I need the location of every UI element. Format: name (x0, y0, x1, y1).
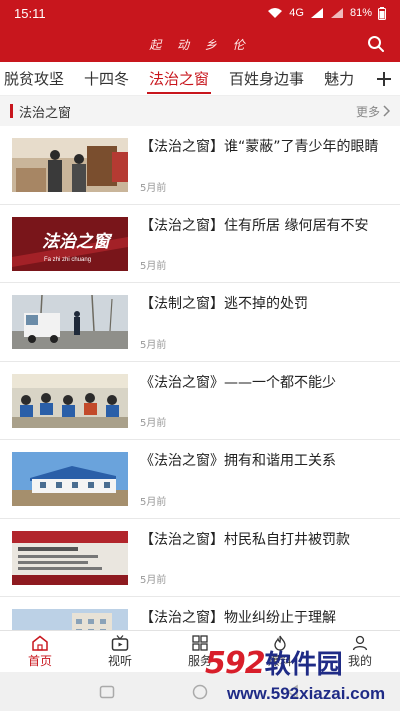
nav-video[interactable]: 视听 (80, 631, 160, 672)
search-button[interactable] (364, 32, 388, 56)
signal-icon-2 (330, 8, 343, 18)
wifi-icon (268, 8, 283, 18)
tv-icon (111, 634, 129, 651)
category-tabs: 脱贫攻坚 十四冬 法治之窗 百姓身边事 魅力 (0, 62, 400, 96)
news-thumbnail: 法治之窗 Fa zhi zhi chuang (12, 216, 128, 271)
news-item[interactable]: 法治之窗 Fa zhi zhi chuang 【法治之窗】住有所居 缘何居有不安… (0, 205, 400, 283)
news-thumbnail (12, 138, 128, 192)
news-time: 5月前 (140, 339, 167, 351)
nav-profile[interactable]: 我的 (320, 631, 400, 672)
news-title: 【法制之窗】逃不掉的处罚 (140, 296, 308, 312)
more-label: 更多 (355, 104, 380, 119)
network-label: 4G (289, 7, 304, 19)
thumb-banner-subtext: Fa zhi zhi chuang (44, 257, 91, 263)
nav-profile-label: 我的 (347, 653, 372, 668)
news-time: 5月前 (140, 575, 167, 586)
nav-home-label: 首页 (27, 653, 52, 668)
section-accent-bar (10, 104, 13, 118)
status-icons: 4G 81% (267, 6, 386, 20)
more-link[interactable]: 更多 (356, 103, 390, 120)
battery-icon (378, 6, 386, 20)
news-item[interactable]: 【法治之窗】谁“蒙蔽”了青少年的眼睛 5月前 (0, 126, 400, 205)
chevron-right-icon (383, 105, 390, 117)
tab-baixing[interactable]: 百姓身边事 (225, 62, 304, 95)
news-time: 5月前 (140, 418, 167, 429)
nav-video-label: 视听 (107, 653, 132, 668)
nav-report[interactable]: 爆料 (240, 631, 320, 672)
recent-apps-icon[interactable] (99, 685, 115, 699)
thumb-banner-text: 法治之窗 (42, 232, 113, 252)
nav-service[interactable]: 服务 (160, 631, 240, 672)
user-icon (352, 635, 368, 650)
app-header: 起 动 乡 伦 (0, 26, 400, 62)
news-item[interactable]: 《法治之窗》拥有和谐用工关系 5月前 (0, 440, 400, 519)
news-title: 《法治之窗》拥有和谐用工关系 (140, 453, 336, 469)
back-icon[interactable] (285, 684, 301, 700)
news-thumbnail (12, 609, 128, 630)
news-time: 5月前 (140, 496, 167, 508)
plus-icon (377, 72, 391, 86)
tab-tuopin[interactable]: 脱贫攻坚 (0, 62, 64, 95)
news-item[interactable]: 【法治之窗】村民私自打井被罚款 5月前 (0, 519, 400, 597)
news-item[interactable]: 【法治之窗】物业纠纷止于理解 (0, 597, 400, 630)
app-screen: 15:11 4G 81% 起 动 乡 伦 脱贫攻坚 十四冬 法治之窗 百姓身边事… (0, 0, 400, 711)
news-time: 5月前 (140, 261, 167, 272)
nav-home[interactable]: 首页 (0, 631, 80, 672)
status-time: 15:11 (14, 5, 46, 21)
nav-report-label: 爆料 (267, 653, 292, 668)
section-title: 法治之窗 (19, 105, 72, 121)
battery-label: 81% (349, 7, 372, 19)
news-thumbnail (12, 373, 128, 428)
news-title: 【法治之窗】物业纠纷止于理解 (140, 610, 336, 626)
news-thumbnail (12, 452, 128, 506)
signal-icon (310, 8, 323, 18)
search-icon (368, 36, 384, 52)
news-title: 【法治之窗】村民私自打井被罚款 (140, 531, 350, 548)
section-header: 法治之窗 更多 (0, 96, 400, 126)
news-time: 5月前 (140, 182, 167, 194)
news-title: 【法治之窗】谁“蒙蔽”了青少年的眼睛 (140, 139, 379, 155)
news-list: 【法治之窗】谁“蒙蔽”了青少年的眼睛 5月前 法治之窗 Fa zhi zhi c… (0, 126, 400, 630)
news-thumbnail (12, 295, 128, 349)
news-title: 《法治之窗》——一个都不能少 (140, 374, 336, 391)
news-item[interactable]: 《法治之窗》——一个都不能少 5月前 (0, 362, 400, 440)
add-tab-button[interactable] (368, 62, 400, 95)
nav-service-label: 服务 (187, 653, 212, 668)
tab-fazhi[interactable]: 法治之窗 (145, 62, 212, 95)
news-thumbnail (12, 530, 128, 585)
status-bar: 15:11 4G 81% (0, 0, 400, 26)
news-title: 【法治之窗】住有所居 缘何居有不安 (140, 217, 369, 234)
news-item[interactable]: 【法制之窗】逃不掉的处罚 5月前 (0, 283, 400, 362)
home-icon (32, 635, 48, 651)
grid-icon (192, 634, 208, 651)
tab-meili[interactable]: 魅力 (320, 62, 354, 95)
bottom-nav: 首页 视听 服务 爆料 我的 (0, 630, 400, 672)
app-title: 起 动 乡 伦 (149, 37, 251, 52)
home-circle-icon[interactable] (192, 684, 208, 700)
tab-shisidong[interactable]: 十四冬 (80, 62, 129, 95)
flame-icon (274, 635, 286, 651)
system-nav-bar (0, 672, 400, 711)
